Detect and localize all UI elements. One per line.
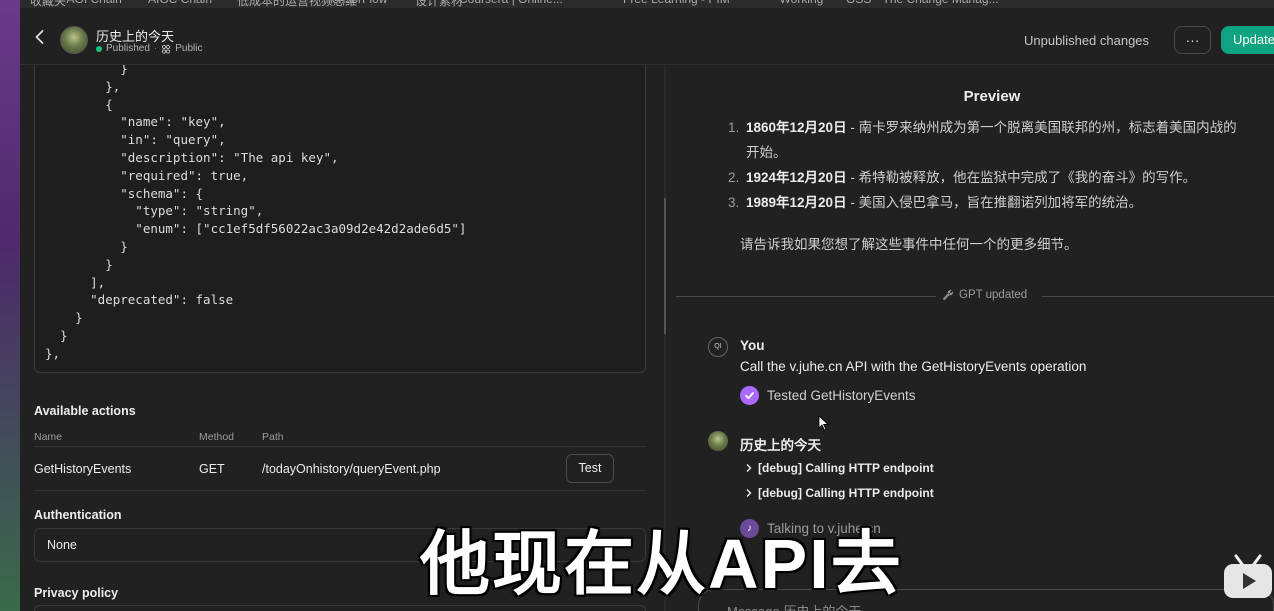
event-list: 1. 1860年12月20日 - 南卡罗来纳州成为第一个脱离美国联邦的州，标志着… [722, 115, 1274, 215]
gpt-avatar-small [708, 431, 728, 451]
separator-line [676, 296, 936, 297]
event-date: 1860年12月20日 [746, 120, 847, 135]
bookmark-item[interactable]: OSS [846, 0, 871, 6]
debug-text: [debug] Calling HTTP endpoint [758, 461, 934, 475]
bookmark-item[interactable]: 收藏夹 [30, 0, 66, 8]
list-item: 2. 1924年12月20日 - 希特勒被释放，他在监狱中完成了《我的奋斗》的写… [722, 165, 1274, 190]
action-method: GET [199, 462, 225, 476]
bookmark-item[interactable]: Free Learning - PIM [623, 0, 730, 6]
schema-editor[interactable]: } }, { "name": "key", "in": "query", "de… [34, 65, 646, 373]
bookmark-item[interactable]: Working [780, 0, 824, 6]
check-circle-icon [740, 386, 759, 405]
separator-line [1042, 296, 1274, 297]
visibility-label: Public [175, 43, 203, 54]
desktop-background [0, 0, 20, 611]
unpublished-changes-label: Unpublished changes [1024, 33, 1150, 48]
gpt-updated-text: GPT updated [959, 289, 1028, 301]
bookmark-item[interactable]: TensorFlow [326, 0, 387, 6]
list-number: 1. [728, 120, 740, 135]
event-text: - 希特勒被释放，他在监狱中完成了《我的奋斗》的写作。 [846, 170, 1197, 185]
user-avatar: QI [708, 337, 728, 357]
chevron-right-icon [746, 489, 752, 497]
privacy-policy-input[interactable] [34, 605, 646, 611]
gpt-status: Published · Public [96, 43, 203, 54]
event-date: 1989年12月20日 [746, 195, 847, 210]
table-divider [34, 446, 646, 447]
bookmark-item[interactable]: AGI Chain [67, 0, 122, 6]
gpt-name: 历史上的今天 [740, 438, 821, 453]
bookmark-item[interactable]: AIGC Chain [148, 0, 212, 6]
video-subtitle: 他现在从API去 [420, 525, 903, 603]
schema-code[interactable]: } }, { "name": "key", "in": "query", "de… [45, 65, 466, 363]
event-text: - 美国入侵巴拿马，旨在推翻诺列加将军的统治。 [846, 195, 1143, 210]
gpt-updated-label: GPT updated [942, 289, 1027, 301]
bookmark-item[interactable]: The Change Manag... [883, 0, 999, 6]
published-label: Published [106, 43, 150, 54]
update-button[interactable]: Update [1221, 26, 1274, 54]
preview-title: Preview [963, 88, 1021, 105]
available-actions-title: Available actions [34, 404, 136, 418]
column-name: Name [34, 431, 63, 443]
tested-action: Tested GetHistoryEvents [740, 386, 916, 405]
privacy-policy-title: Privacy policy [34, 586, 119, 600]
list-item: 3. 1989年12月20日 - 美国入侵巴拿马，旨在推翻诺列加将军的统治。 [722, 190, 1274, 215]
event-date: 1924年12月20日 [746, 170, 847, 185]
action-path: /todayOnhistory/queryEvent.php [262, 462, 441, 476]
authentication-title: Authentication [34, 508, 122, 522]
column-path: Path [262, 431, 284, 443]
mouse-cursor-icon [818, 415, 830, 431]
video-logo-icon [1224, 554, 1272, 598]
column-method: Method [199, 431, 235, 443]
table-divider [34, 490, 646, 491]
bookmark-item[interactable]: 设计素材 [415, 0, 463, 8]
editor-header: 历史上的今天 Published · Public Unpublished ch… [20, 8, 1274, 65]
follow-up-text: 请告诉我如果您想了解这些事件中任何一个的更多细节。 [740, 237, 1078, 252]
debug-line[interactable]: [debug] Calling HTTP endpoint [744, 461, 934, 475]
list-item: 1. 1860年12月20日 - 南卡罗来纳州成为第一个脱离美国联邦的州，标志着… [722, 115, 1274, 165]
tested-label: Tested GetHistoryEvents [767, 388, 916, 403]
wrench-icon [942, 289, 954, 301]
action-name: GetHistoryEvents [34, 462, 132, 476]
chevron-right-icon [746, 464, 752, 472]
people-icon [162, 44, 171, 54]
event-text: - 南卡罗来纳州成为第一个脱离美国联邦的州，标志着美国内战的 [846, 120, 1237, 135]
event-text-cont: 开始。 [746, 145, 787, 160]
published-dot-icon [96, 45, 102, 52]
more-options-button[interactable]: ··· [1174, 26, 1211, 54]
test-action-button[interactable]: Test [566, 454, 614, 483]
back-arrow-icon[interactable] [32, 29, 48, 45]
debug-line[interactable]: [debug] Calling HTTP endpoint [744, 486, 934, 500]
bookmarks-bar: 收藏夹AGI ChainAIGC Chain低成本的运营视频思维TensorFl… [0, 0, 1274, 8]
bookmark-item[interactable]: Coursera | Online... [459, 0, 563, 6]
gpt-avatar [60, 26, 88, 54]
user-message: Call the v.juhe.cn API with the GetHisto… [740, 359, 1087, 374]
user-name: You [740, 338, 765, 353]
list-number: 2. [728, 170, 740, 185]
list-number: 3. [728, 195, 740, 210]
debug-text: [debug] Calling HTTP endpoint [758, 486, 934, 500]
